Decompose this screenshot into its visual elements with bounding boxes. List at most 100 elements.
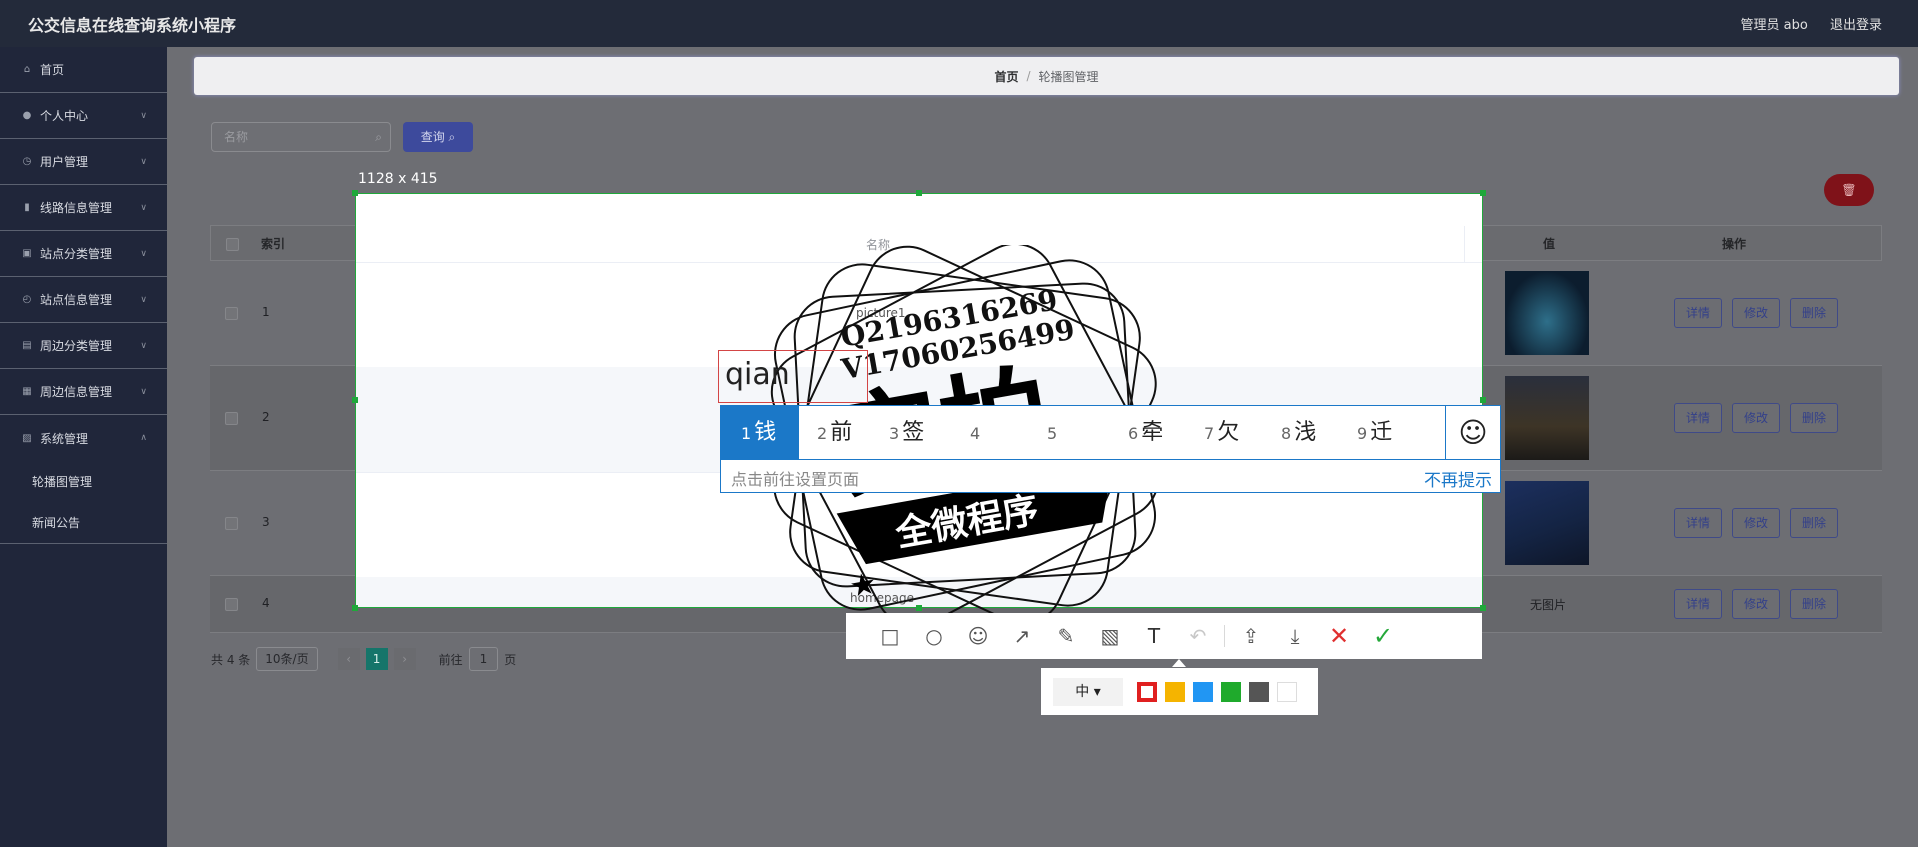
select-all-checkbox[interactable]	[226, 238, 239, 251]
trash-icon: 🗑	[1841, 183, 1857, 197]
screenshot-toolbar: □ ○ ☺ ↗ ✎ ▧ T ↶ ⇪ ⤓ ✕ ✓	[846, 613, 1482, 659]
search-input[interactable]: 名称 ⌕	[211, 122, 391, 152]
sidebar-item-personal-center[interactable]: ● 个人中心 ∨	[0, 93, 167, 139]
goto-page-input[interactable]: 1	[468, 647, 499, 671]
text-tool-icon[interactable]: T	[1132, 613, 1176, 659]
cancel-icon[interactable]: ✕	[1317, 613, 1361, 659]
chevron-down-icon: ∨	[140, 110, 147, 121]
resize-handle[interactable]	[1480, 397, 1486, 403]
ime-candidate[interactable]: 8浅	[1281, 406, 1316, 459]
top-right-menu: 管理员 abo 退出登录	[1723, 14, 1882, 33]
color-swatch-green[interactable]	[1221, 681, 1241, 702]
sidebar-item-nearby-category[interactable]: ▤ 周边分类管理 ∨	[0, 323, 167, 369]
query-button[interactable]: 查询 ⌕	[403, 122, 473, 152]
resize-handle[interactable]	[352, 397, 358, 403]
arrow-tool-icon[interactable]: ↗	[1000, 613, 1044, 659]
delete-button[interactable]: 删除	[1790, 589, 1838, 619]
color-swatch-gray[interactable]	[1249, 681, 1269, 702]
chevron-down-icon: ∨	[140, 202, 147, 213]
delete-button[interactable]: 删除	[1790, 403, 1838, 433]
share-icon[interactable]: ⇪	[1229, 613, 1273, 659]
row-image[interactable]	[1505, 376, 1589, 460]
resize-handle[interactable]	[916, 190, 922, 196]
query-button-label: 查询	[420, 130, 445, 144]
emoji-icon[interactable]: ☺	[1445, 406, 1500, 459]
ime-candidate[interactable]: 1钱	[721, 406, 799, 459]
ime-candidate[interactable]: 5	[1047, 406, 1060, 459]
detail-button[interactable]: 详情	[1674, 508, 1722, 538]
row-checkbox[interactable]	[225, 517, 238, 530]
ime-candidate[interactable]: 2前	[817, 406, 852, 459]
delete-button[interactable]: 删除	[1790, 508, 1838, 538]
row-checkbox[interactable]	[225, 598, 238, 611]
edit-button[interactable]: 修改	[1732, 298, 1780, 328]
page-size-select[interactable]: 10条/页	[256, 647, 318, 671]
resize-handle[interactable]	[352, 190, 358, 196]
rectangle-tool-icon[interactable]: □	[868, 613, 912, 659]
color-swatch-yellow[interactable]	[1165, 681, 1185, 702]
resize-handle[interactable]	[1480, 190, 1486, 196]
page-number[interactable]: 1	[365, 648, 388, 670]
column-divider	[1464, 226, 1465, 262]
ime-candidate[interactable]: 3签	[889, 406, 924, 459]
row-actions: 详情 修改 删除	[1674, 298, 1838, 328]
edit-button[interactable]: 修改	[1732, 508, 1780, 538]
undo-icon[interactable]: ↶	[1176, 613, 1220, 659]
sidebar-item-home[interactable]: ⌂ 首页	[0, 47, 167, 93]
ime-candidate[interactable]: 4	[970, 406, 983, 459]
row-index: 1	[262, 305, 270, 319]
sidebar-item-label: 个人中心	[40, 109, 89, 123]
row-index: 3	[262, 515, 270, 529]
sidebar-item-nearby-info[interactable]: ▦ 周边信息管理 ∨	[0, 369, 167, 415]
detail-button[interactable]: 详情	[1674, 298, 1722, 328]
edit-button[interactable]: 修改	[1732, 403, 1780, 433]
app-title: 公交信息在线查询系统小程序	[28, 16, 237, 35]
user-label[interactable]: 管理员 abo	[1741, 18, 1808, 33]
detail-button[interactable]: 详情	[1674, 403, 1722, 433]
ellipse-tool-icon[interactable]: ○	[912, 613, 956, 659]
logout-link[interactable]: 退出登录	[1830, 18, 1882, 33]
sidebar-subitem-carousel[interactable]: 轮播图管理	[0, 461, 167, 502]
bar-chart-icon: ▮	[24, 202, 30, 213]
detail-button[interactable]: 详情	[1674, 589, 1722, 619]
color-swatch-red[interactable]	[1137, 681, 1157, 702]
edit-button[interactable]: 修改	[1732, 589, 1780, 619]
row-checkbox[interactable]	[225, 307, 238, 320]
prev-page-button[interactable]: ‹	[337, 648, 360, 670]
color-swatch-blue[interactable]	[1193, 681, 1213, 702]
confirm-icon[interactable]: ✓	[1361, 613, 1405, 659]
row-image[interactable]	[1505, 481, 1589, 565]
download-icon[interactable]: ⤓	[1273, 613, 1317, 659]
ime-candidate[interactable]: 6牵	[1128, 406, 1163, 459]
pen-tool-icon[interactable]: ✎	[1044, 613, 1088, 659]
goto-suffix: 页	[504, 652, 517, 667]
compass-icon: ◴	[22, 294, 32, 305]
resize-handle[interactable]	[352, 605, 358, 611]
breadcrumb-home[interactable]: 首页	[994, 68, 1018, 85]
row-image[interactable]	[1505, 271, 1589, 355]
ime-candidate-window: 1钱 2前 3签 4 5 6牵 7欠 8浅 9迁 ☺ 点击前往设置页面 不再提示	[720, 405, 1501, 493]
sidebar-subitem-news[interactable]: 新闻公告	[0, 502, 167, 544]
sidebar-item-station-category[interactable]: ▣ 站点分类管理 ∨	[0, 231, 167, 277]
sidebar-item-system[interactable]: ▨ 系统管理 ∧	[0, 415, 167, 461]
ime-dismiss-link[interactable]: 不再提示	[1424, 466, 1492, 491]
ime-hint[interactable]: 点击前往设置页面	[731, 466, 859, 490]
ime-candidate[interactable]: 9迁	[1357, 406, 1392, 459]
search-icon: ⌕	[375, 130, 382, 144]
mosaic-tool-icon[interactable]: ▧	[1088, 613, 1132, 659]
font-size-select[interactable]: 中 ▾	[1053, 677, 1123, 706]
sidebar-item-label: 首页	[40, 63, 65, 77]
header-index: 索引	[261, 237, 286, 251]
next-page-button[interactable]: ›	[393, 648, 416, 670]
sidebar-item-station-info[interactable]: ◴ 站点信息管理 ∨	[0, 277, 167, 323]
sticker-tool-icon[interactable]: ☺	[956, 613, 1000, 659]
resize-handle[interactable]	[1480, 605, 1486, 611]
delete-button[interactable]: 删除	[1790, 298, 1838, 328]
sidebar-item-route-management[interactable]: ▮ 线路信息管理 ∨	[0, 185, 167, 231]
color-swatch-white[interactable]	[1277, 681, 1297, 702]
ime-candidate[interactable]: 7欠	[1204, 406, 1239, 459]
sidebar-item-user-management[interactable]: ◷ 用户管理 ∨	[0, 139, 167, 185]
batch-delete-button[interactable]: 🗑	[1824, 174, 1874, 206]
ime-composition-input[interactable]: qian	[718, 350, 868, 403]
row-checkbox[interactable]	[225, 412, 238, 425]
